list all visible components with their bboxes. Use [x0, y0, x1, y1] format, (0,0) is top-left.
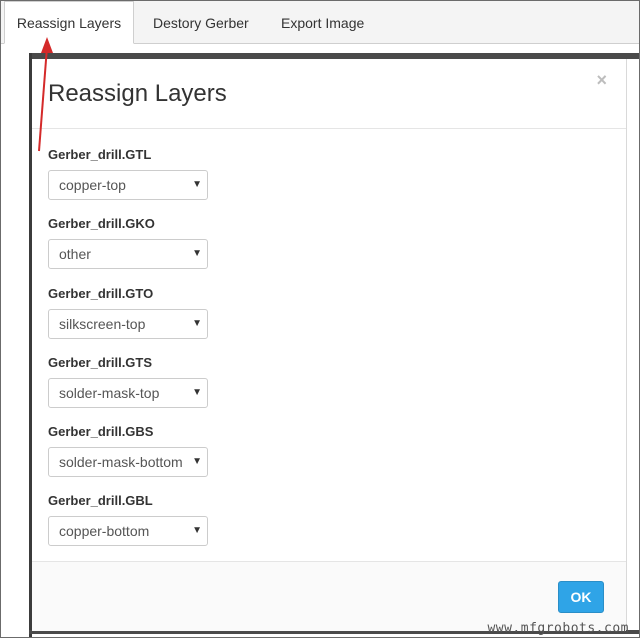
tab-bar: Reassign Layers Destory Gerber Export Im… [1, 1, 639, 44]
layer-select-value: solder-mask-bottom [59, 454, 183, 470]
layer-type-select[interactable]: solder-mask-top ▼ [48, 378, 208, 408]
layer-group-gto: Gerber_drill.GTO silkscreen-top ▼ [48, 285, 208, 339]
watermark: www.mfgrobots.com [487, 621, 629, 636]
layer-group-gko: Gerber_drill.GKO other ▼ [48, 215, 208, 269]
modal-header: Reassign Layers × [32, 59, 626, 129]
layer-select-value: solder-mask-top [59, 385, 160, 401]
layer-file-label: Gerber_drill.GTO [48, 286, 154, 301]
layer-type-select[interactable]: copper-bottom ▼ [48, 516, 208, 546]
layer-type-select[interactable]: silkscreen-top ▼ [48, 309, 208, 339]
caret-down-icon: ▼ [192, 318, 202, 329]
layer-file-label: Gerber_drill.GTS [48, 355, 153, 370]
layer-file-label: Gerber_drill.GKO [48, 216, 155, 231]
layer-select-value: silkscreen-top [59, 316, 146, 332]
reassign-layers-modal: Reassign Layers × Gerber_drill.GTL coppe… [32, 59, 627, 631]
caret-down-icon: ▼ [192, 387, 202, 398]
tab-destory-gerber[interactable]: Destory Gerber [153, 1, 249, 43]
layer-file-label: Gerber_drill.GBL [48, 493, 153, 508]
ok-button[interactable]: OK [558, 581, 604, 613]
layer-type-select[interactable]: solder-mask-bottom ▼ [48, 447, 208, 477]
caret-down-icon: ▼ [192, 248, 202, 259]
layer-group-gbs: Gerber_drill.GBS solder-mask-bottom ▼ [48, 423, 208, 477]
caret-down-icon: ▼ [192, 525, 202, 536]
layer-type-select[interactable]: copper-top ▼ [48, 170, 208, 200]
tab-export-image[interactable]: Export Image [281, 1, 364, 43]
modal-title: Reassign Layers [48, 80, 227, 107]
layer-select-value: other [59, 246, 91, 262]
close-icon[interactable]: × [596, 70, 607, 90]
layer-group-gbl: Gerber_drill.GBL copper-bottom ▼ [48, 492, 208, 546]
layer-file-label: Gerber_drill.GTL [48, 147, 152, 162]
app-window: Reassign Layers Destory Gerber Export Im… [0, 0, 640, 638]
layer-select-value: copper-top [59, 177, 126, 193]
layer-select-value: copper-bottom [59, 523, 150, 539]
layer-group-gtl: Gerber_drill.GTL copper-top ▼ [48, 146, 208, 200]
layer-type-select[interactable]: other ▼ [48, 239, 208, 269]
layer-file-label: Gerber_drill.GBS [48, 424, 154, 439]
layer-group-gts: Gerber_drill.GTS solder-mask-top ▼ [48, 354, 208, 408]
caret-down-icon: ▼ [192, 179, 202, 190]
tab-reassign-layers[interactable]: Reassign Layers [4, 1, 134, 44]
caret-down-icon: ▼ [192, 456, 202, 467]
